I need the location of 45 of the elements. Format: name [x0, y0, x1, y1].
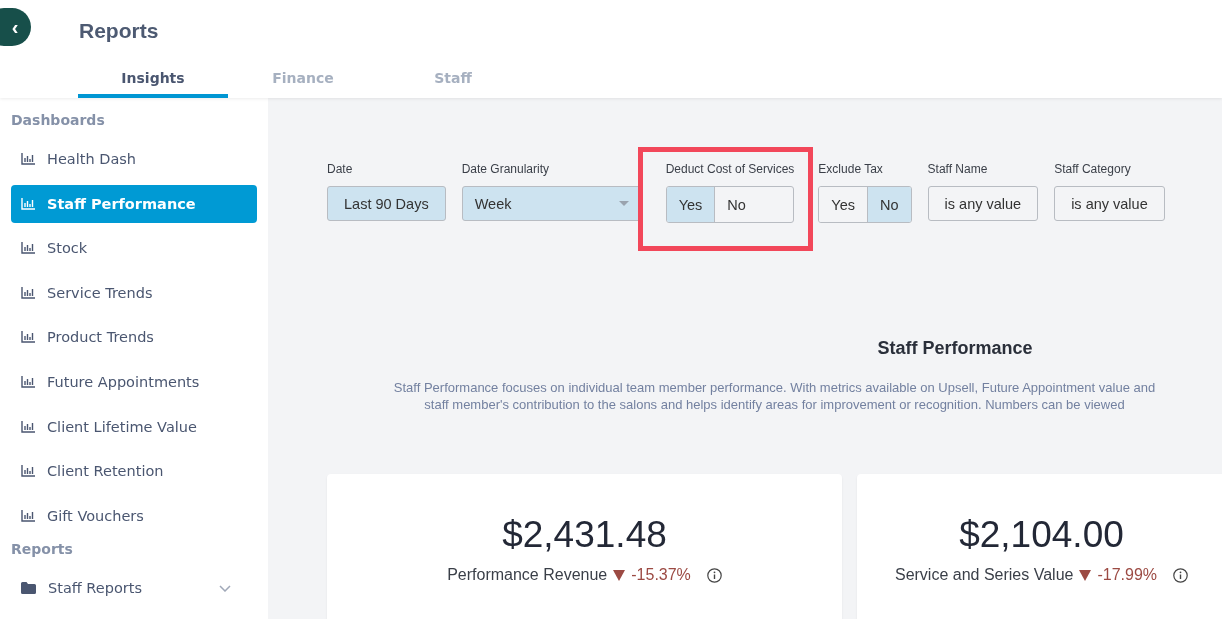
filter-label: Staff Category — [1054, 162, 1132, 178]
filter-value-button[interactable]: is any value — [927, 186, 1039, 221]
metric-label: Performance Revenue — [447, 566, 608, 584]
filter-label: Deduct Cost of Services — [665, 162, 795, 178]
bar-chart-icon — [21, 286, 35, 299]
metric-label: Service and Series Value — [894, 566, 1074, 584]
bar-chart-icon — [21, 509, 35, 522]
metric-change: -17.99% — [1097, 566, 1158, 584]
filter-label: Date Granularity — [461, 162, 550, 178]
sidebar-item[interactable]: Client Lifetime Value — [11, 407, 257, 446]
bar-chart-icon — [21, 153, 35, 165]
metric-value: $2,104.00 — [959, 514, 1124, 556]
section-heading: Dashboards — [11, 112, 106, 130]
filter-label: Exclude Tax — [818, 162, 884, 178]
folder-icon — [21, 582, 36, 595]
sidebar-item[interactable]: Product Trends — [11, 318, 257, 357]
metric-change: -15.37% — [631, 566, 691, 584]
toggle-option[interactable]: No — [867, 187, 911, 222]
page-title: Reports — [79, 19, 159, 43]
dropdown-arrow-icon — [618, 201, 629, 206]
bar-chart-icon — [21, 197, 35, 210]
bar-chart-icon — [21, 242, 35, 255]
toggle-option[interactable]: Yes — [666, 187, 715, 222]
sidebar-item[interactable]: Stock — [11, 229, 257, 268]
sidebar-item[interactable]: Gift Vouchers — [11, 496, 257, 535]
sidebar-item[interactable]: Health Dash — [11, 140, 257, 178]
sidebar-item[interactable]: Staff Reports — [11, 569, 257, 608]
date-button[interactable]: Last 90 Days — [327, 186, 446, 221]
section-heading: Reports — [11, 541, 74, 560]
sidebar-item[interactable]: Future Appointments — [11, 362, 257, 401]
filter-label: Staff Name — [927, 162, 989, 178]
dashboard-description: Staff Performance focuses on individual team member performance. With metrics available on Upsell, Future Appointment value and staff member's contribution to the salons and helps identify areas for improvement or recognition. Numbers can be viewed — [392, 379, 1157, 413]
bar-chart-icon — [21, 331, 35, 344]
filter-label: Date — [327, 162, 354, 178]
bar-chart-icon — [21, 375, 35, 388]
info-icon[interactable] — [706, 567, 722, 583]
sidebar-item[interactable]: Client Retention — [11, 452, 257, 491]
bar-chart-icon — [21, 420, 35, 433]
metric-value: $2,431.48 — [502, 514, 667, 556]
bar-chart-icon — [21, 465, 35, 478]
dashboard-title: Staff Performance — [876, 338, 1034, 359]
info-icon[interactable] — [1173, 567, 1189, 583]
sidebar-item[interactable]: Service Trends — [11, 273, 257, 312]
back-button[interactable]: ‹ — [0, 8, 31, 46]
filter-value-button[interactable]: is any value — [1054, 186, 1165, 221]
